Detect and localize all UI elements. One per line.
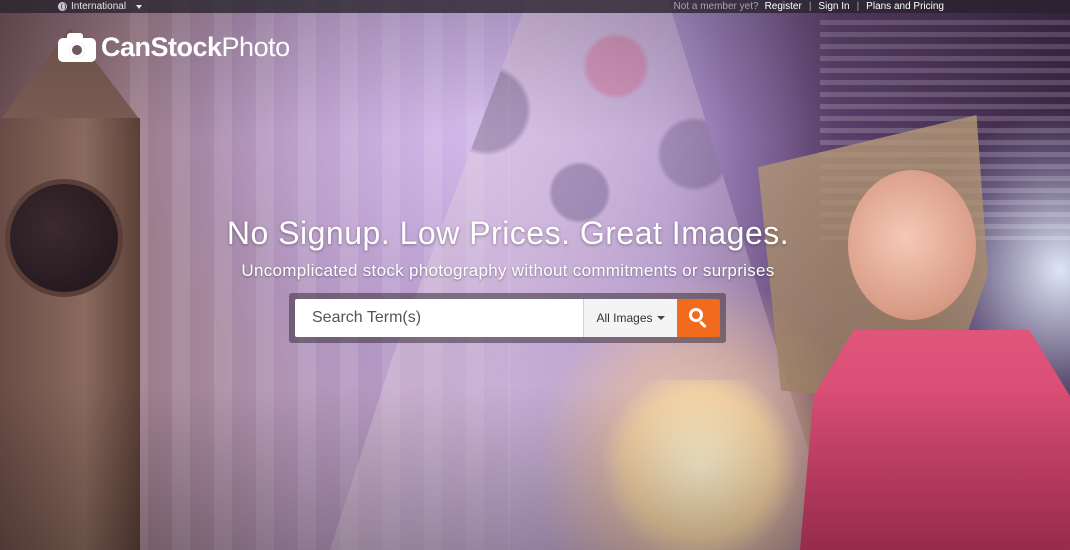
nav-separator: | [856,1,860,12]
camera-icon [58,32,96,62]
top-bar: International Not a member yet? Register… [0,0,1070,13]
caret-down-icon [136,5,143,9]
sign-in-link[interactable]: Sign In [818,0,849,13]
logo-text-light: Photo [221,32,291,62]
image-type-label: All Images [596,311,653,325]
hero-subhead: Uncomplicated stock photography without … [241,261,775,280]
search-bar: All Images [289,293,726,343]
image-type-dropdown[interactable]: All Images [583,299,677,337]
not-member-text: Not a member yet? [673,1,759,12]
logo-text: CanStockPhoto [101,32,290,62]
logo-text-bold: CanStock [101,32,222,62]
region-selector[interactable]: International [58,0,143,13]
register-link[interactable]: Register [765,0,802,13]
region-label: International [71,1,127,12]
globe-icon [58,2,67,11]
plans-pricing-link[interactable]: Plans and Pricing [866,0,944,13]
hero-headline: No Signup. Low Prices. Great Images. [226,215,790,251]
nav-separator: | [808,1,812,12]
account-nav: Not a member yet? Register | Sign In | P… [674,0,944,13]
search-input[interactable] [295,299,584,337]
search-button[interactable] [677,299,720,337]
search-icon [689,308,709,329]
caret-down-icon [656,316,665,320]
site-logo[interactable]: CanStockPhoto [58,32,290,62]
